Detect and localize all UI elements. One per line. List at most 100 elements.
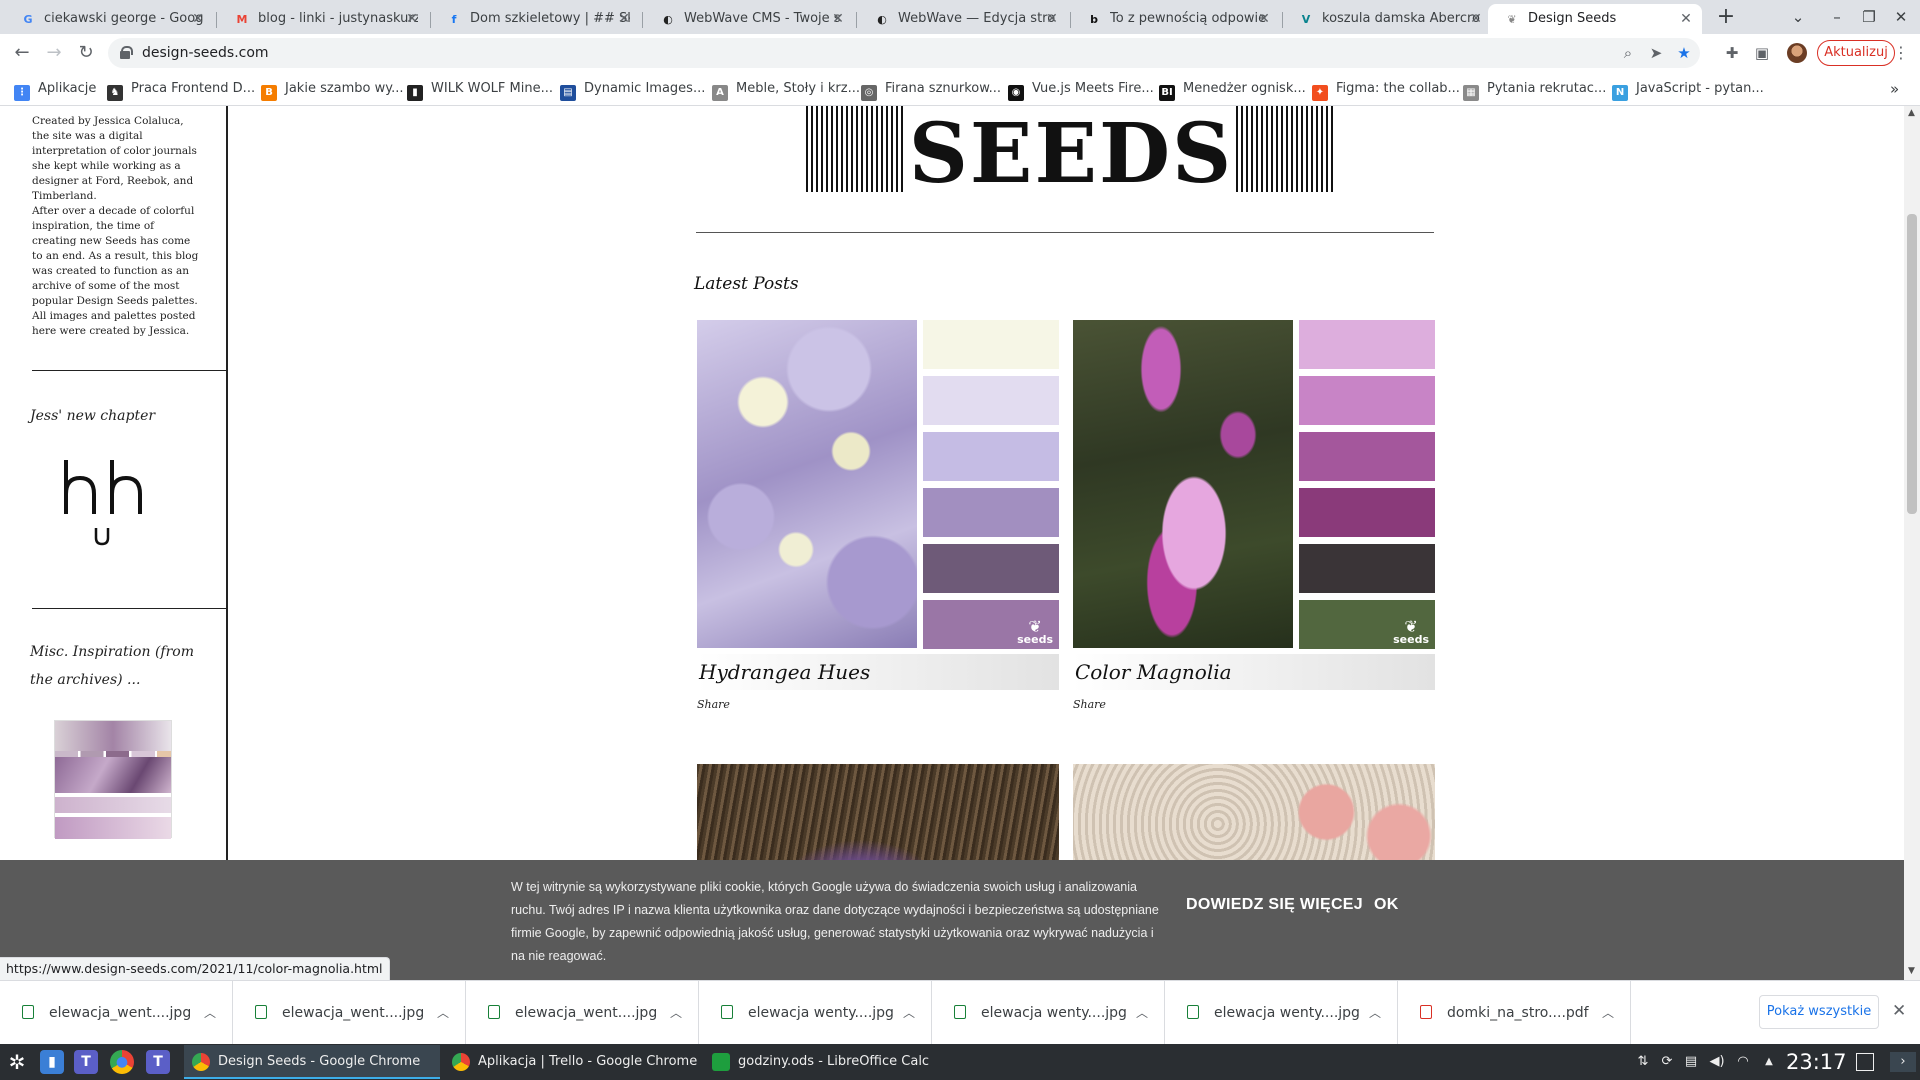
- chrome-icon[interactable]: ●: [110, 1050, 134, 1074]
- reading-list-icon[interactable]: ▣: [1752, 43, 1772, 63]
- download-item[interactable]: elewacja_went....jpg ︿: [466, 981, 699, 1045]
- menu-icon[interactable]: ⋮: [1893, 43, 1909, 63]
- show-desktop-icon[interactable]: ›: [1890, 1052, 1916, 1072]
- close-tab-icon[interactable]: ✕: [190, 4, 206, 34]
- browser-tab[interactable]: b To z pewnością odpowie ✕: [1070, 4, 1280, 34]
- taskbar-window-title: godziny.ods - LibreOffice Calc: [738, 1054, 930, 1069]
- reload-button[interactable]: ↻: [72, 39, 100, 67]
- file-manager-icon[interactable]: ▮: [40, 1050, 64, 1074]
- chevron-up-icon[interactable]: ︿: [437, 981, 449, 1045]
- taskbar-window-button[interactable]: Design Seeds - Google Chrome: [184, 1045, 440, 1079]
- restore-icon[interactable]: ❐: [1854, 4, 1884, 30]
- zoom-icon[interactable]: ⌕: [1618, 43, 1638, 63]
- bookmark-item[interactable]: A Meble, Stoły i krz...: [712, 72, 860, 106]
- clipboard-tray-icon[interactable]: ▤: [1682, 1052, 1700, 1072]
- extensions-icon[interactable]: ✚: [1722, 43, 1742, 63]
- learn-more-link[interactable]: DOWIEDZ SIĘ WIĘCEJ: [1186, 896, 1363, 914]
- more-bookmarks-icon[interactable]: »: [1890, 72, 1899, 106]
- chevron-up-icon[interactable]: ︿: [903, 981, 915, 1045]
- taskbar-window-button[interactable]: godziny.ods - LibreOffice Calc: [704, 1045, 960, 1079]
- close-tab-icon[interactable]: ✕: [830, 4, 846, 34]
- taskbar-window-title: Design Seeds - Google Chrome: [218, 1054, 421, 1069]
- bookmark-item[interactable]: ◎ Firana sznurkow...: [861, 72, 1001, 106]
- forward-button[interactable]: →: [40, 39, 68, 67]
- cookie-ok-button[interactable]: OK: [1374, 896, 1399, 914]
- page-scrollbar[interactable]: ▲ ▼: [1904, 106, 1920, 980]
- post-photo[interactable]: [697, 320, 917, 648]
- download-item[interactable]: domki_na_stro....pdf ︿: [1398, 981, 1631, 1045]
- archive-palette-thumbnail[interactable]: [54, 720, 172, 839]
- taskbar-window-button[interactable]: Aplikacja | Trello - Google Chrome: [444, 1045, 700, 1079]
- chevron-up-icon[interactable]: ︿: [670, 981, 682, 1045]
- close-window-icon[interactable]: ✕: [1886, 4, 1916, 30]
- close-downloads-icon[interactable]: ✕: [1892, 1001, 1906, 1021]
- post-photo[interactable]: [1073, 320, 1293, 648]
- design-seeds-logo[interactable]: SEEDS: [806, 106, 1336, 192]
- browser-tab[interactable]: Vkoszula damska Abercro ✕: [1282, 4, 1492, 34]
- download-item[interactable]: elewacja wenty....jpg ︿: [1165, 981, 1398, 1045]
- close-tab-icon[interactable]: ✕: [1256, 4, 1272, 34]
- download-item[interactable]: elewacja wenty....jpg ︿: [932, 981, 1165, 1045]
- browser-tab[interactable]: ◐ WebWave CMS - Twoje s ✕: [644, 4, 854, 34]
- close-tab-icon[interactable]: ✕: [616, 4, 632, 34]
- address-bar[interactable]: design-seeds.com ⌕ ➤ ★: [108, 38, 1700, 68]
- bookmark-item[interactable]: B Jakie szambo wy...: [261, 72, 404, 106]
- scrollbar-thumb[interactable]: [1907, 214, 1917, 514]
- scroll-down-arrow-icon[interactable]: ▼: [1908, 966, 1915, 976]
- back-button[interactable]: ←: [8, 39, 36, 67]
- chevron-up-icon[interactable]: ︿: [1136, 981, 1148, 1045]
- close-tab-icon[interactable]: ✕: [1044, 4, 1060, 34]
- send-icon[interactable]: ➤: [1646, 43, 1666, 63]
- browser-tab[interactable]: ◐ WebWave — Edycja stro ✕: [858, 4, 1068, 34]
- post-title[interactable]: Color Magnolia: [1073, 654, 1435, 690]
- profile-avatar[interactable]: [1787, 43, 1807, 63]
- close-tab-icon[interactable]: ✕: [1678, 4, 1694, 34]
- teams-icon[interactable]: T: [74, 1050, 98, 1074]
- new-tab-button[interactable]: +: [1712, 4, 1740, 32]
- download-item[interactable]: elewacja_went....jpg ︿: [233, 981, 466, 1045]
- share-link[interactable]: Share: [1073, 698, 1106, 711]
- share-link[interactable]: Share: [697, 698, 730, 711]
- bookmark-item[interactable]: ▮ WILK WOLF Mine...: [407, 72, 553, 106]
- volume-tray-icon[interactable]: ◀): [1708, 1052, 1726, 1072]
- wifi-tray-icon[interactable]: ◠: [1734, 1052, 1752, 1072]
- updates-tray-icon[interactable]: ⟳: [1658, 1052, 1676, 1072]
- clock[interactable]: 23:17: [1786, 1044, 1847, 1080]
- download-item[interactable]: elewacja_went....jpg ︿: [0, 981, 233, 1045]
- bookmark-item[interactable]: ♞ Praca Frontend D...: [107, 72, 255, 106]
- hh-logo-image[interactable]: [58, 454, 178, 554]
- browser-tab[interactable]: f Dom szkieletowy | ## Sk ✕: [430, 4, 640, 34]
- teams-icon[interactable]: T: [146, 1050, 170, 1074]
- bookmark-item[interactable]: BI Menedżer ognisk...: [1159, 72, 1306, 106]
- scroll-up-arrow-icon[interactable]: ▲: [1908, 108, 1915, 118]
- app-launcher-icon[interactable]: ✲: [5, 1050, 29, 1074]
- show-all-downloads-button[interactable]: Pokaż wszystkie: [1759, 995, 1879, 1029]
- close-tab-icon[interactable]: ✕: [404, 4, 420, 34]
- close-tab-icon[interactable]: ✕: [1468, 4, 1484, 34]
- bookmark-item[interactable]: ▤ Dynamic Images...: [560, 72, 705, 106]
- minimize-icon[interactable]: –: [1822, 4, 1852, 30]
- image-icon: ▤: [560, 85, 576, 101]
- bookmark-item[interactable]: ✦ Figma: the collab...: [1312, 72, 1460, 106]
- chevron-up-icon[interactable]: ︿: [1369, 981, 1381, 1045]
- bookmark-item[interactable]: N JavaScript - pytan...: [1612, 72, 1764, 106]
- chevron-up-icon[interactable]: ︿: [1602, 981, 1614, 1045]
- bookmark-item[interactable]: ◉ Vue.js Meets Fire...: [1008, 72, 1154, 106]
- browser-tab[interactable]: Gciekawski george - Goog ✕: [4, 4, 214, 34]
- url-text[interactable]: design-seeds.com: [142, 38, 269, 68]
- tray-expand-icon[interactable]: ▲: [1760, 1052, 1778, 1072]
- post-title[interactable]: Hydrangea Hues: [697, 654, 1059, 690]
- update-button[interactable]: Aktualizuj: [1817, 40, 1895, 66]
- desktop-peek-icon[interactable]: [1856, 1053, 1874, 1071]
- bookmark-star-icon[interactable]: ★: [1674, 43, 1694, 63]
- tab-search-icon[interactable]: ⌄: [1783, 4, 1813, 30]
- bookmark-label: Jakie szambo wy...: [285, 81, 404, 96]
- bookmark-item[interactable]: ⋮ Aplikacje: [14, 72, 96, 106]
- browser-tab[interactable]: Mblog - linki - justynaskurz ✕: [218, 4, 428, 34]
- browser-tab[interactable]: ❦ Design Seeds ✕: [1488, 4, 1702, 34]
- chevron-up-icon[interactable]: ︿: [204, 981, 216, 1045]
- globe-icon: ◎: [861, 85, 877, 101]
- network-tray-icon[interactable]: ⇅: [1634, 1052, 1652, 1072]
- download-item[interactable]: elewacja wenty....jpg ︿: [699, 981, 932, 1045]
- bookmark-item[interactable]: ▦ Pytania rekrutac...: [1463, 72, 1606, 106]
